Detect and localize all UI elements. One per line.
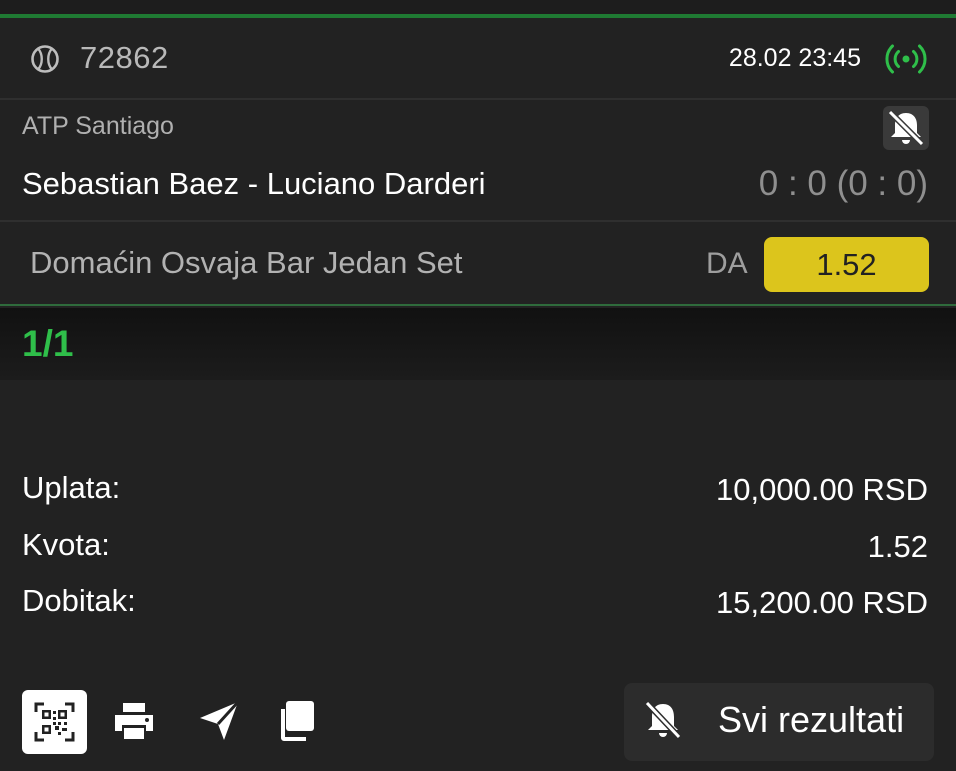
stake-label: Uplata: bbox=[22, 470, 121, 505]
top-bar bbox=[0, 0, 956, 15]
league-name: ATP Santiago bbox=[22, 112, 174, 140]
tennis-ball-icon bbox=[31, 45, 59, 73]
all-results-button[interactable]: Svi rezultati bbox=[624, 683, 934, 761]
odd-badge: 1.52 bbox=[764, 237, 929, 292]
selection-counter-strip: 1/1 bbox=[0, 308, 956, 380]
bell-off-icon bbox=[644, 700, 682, 740]
copy-icon[interactable] bbox=[272, 698, 318, 744]
payout-label: Dobitak: bbox=[22, 583, 136, 618]
stake-value: 10,000.00 RSD bbox=[716, 472, 928, 507]
bell-off-icon bbox=[887, 109, 925, 147]
action-bar: Svi rezultati bbox=[0, 680, 956, 771]
qr-code-button[interactable] bbox=[22, 690, 87, 754]
event-info: ATP Santiago Sebastian Baez - Luciano Da… bbox=[0, 100, 956, 222]
odds-label: Kvota: bbox=[22, 527, 110, 562]
match-score: 0 : 0 (0 : 0) bbox=[758, 164, 928, 203]
selection-counter: 1/1 bbox=[22, 323, 74, 364]
payout-value: 15,200.00 RSD bbox=[716, 585, 928, 620]
print-icon[interactable] bbox=[111, 698, 157, 744]
market-name: Domaćin Osvaja Bar Jedan Set bbox=[30, 245, 463, 280]
live-broadcast-icon bbox=[885, 44, 927, 74]
ticket-id: 72862 bbox=[80, 40, 169, 75]
qr-code-icon bbox=[34, 702, 75, 742]
mute-notifications-button[interactable] bbox=[883, 106, 929, 150]
all-results-label: Svi rezultati bbox=[718, 699, 905, 740]
odds-value: 1.52 bbox=[867, 529, 928, 564]
selection-pick: DA bbox=[706, 247, 748, 280]
event-datetime: 28.02 23:45 bbox=[728, 44, 861, 72]
ticket-header: 72862 28.02 23:45 bbox=[0, 18, 956, 100]
selection-row: Domaćin Osvaja Bar Jedan Set DA 1.52 bbox=[0, 222, 956, 306]
match-name[interactable]: Sebastian Baez - Luciano Darderi bbox=[22, 166, 486, 202]
send-icon[interactable] bbox=[196, 698, 242, 744]
ticket-detail-screen: 72862 28.02 23:45 ATP Santiago Sebastian… bbox=[0, 0, 956, 771]
